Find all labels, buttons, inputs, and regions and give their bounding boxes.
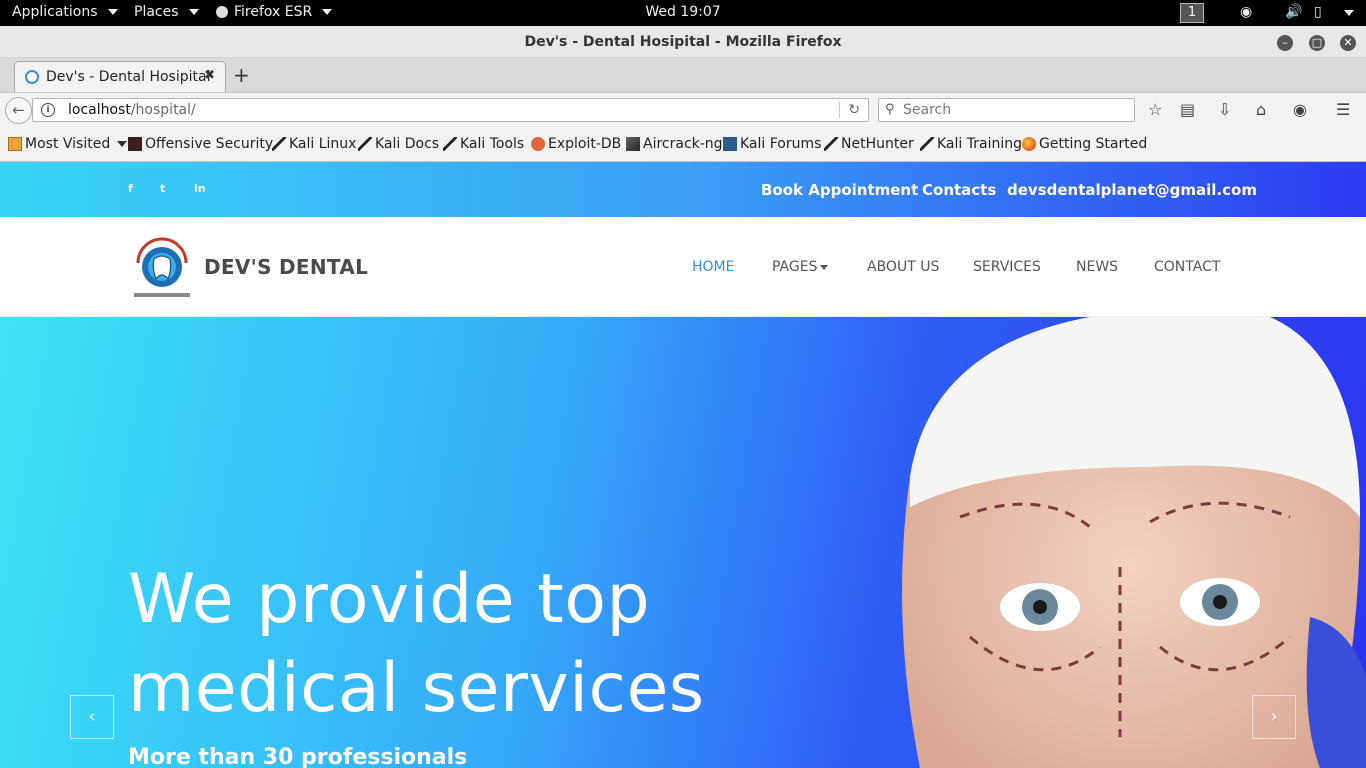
nav-pages-label: PAGES	[772, 259, 818, 275]
camera-icon[interactable]: ◉	[1240, 4, 1252, 20]
tab-favicon-icon	[25, 70, 39, 84]
maximize-icon[interactable]: □	[1309, 35, 1325, 51]
url-path: /hospital/	[130, 102, 196, 118]
search-placeholder: Search	[903, 102, 952, 118]
nav-news[interactable]: NEWS	[1076, 259, 1118, 275]
bookmark-label: Offensive Security	[145, 136, 274, 152]
twitter-icon[interactable]: t	[160, 182, 165, 195]
bookmark-kali-docs[interactable]: Kali Docs	[358, 136, 439, 152]
system-menu-chevron-icon[interactable]	[1344, 10, 1354, 16]
bookmark-label: Most Visited	[25, 136, 111, 152]
bookmark-label: Exploit-DB	[548, 136, 622, 152]
book-appointment-link[interactable]: Book Appointment	[761, 181, 918, 199]
dropdown-caret-icon	[820, 264, 829, 270]
linkedin-icon[interactable]: in	[194, 182, 206, 195]
bookmark-offensive-security[interactable]: Offensive Security	[128, 136, 273, 152]
kali-icon	[920, 137, 934, 151]
hero-slider: We provide top medical services More tha…	[0, 317, 1366, 768]
bookmark-label: Kali Linux	[289, 136, 357, 152]
nav-services[interactable]: SERVICES	[973, 259, 1041, 275]
site-navbar: DEV'S DENTAL HOME PAGES ABOUT US SERVICE…	[0, 217, 1366, 317]
bookmark-label: NetHunter	[841, 136, 914, 152]
bookmark-kali-forums[interactable]: Kali Forums	[723, 136, 821, 152]
nav-about-us[interactable]: ABOUT US	[867, 259, 939, 275]
forums-icon	[723, 137, 737, 151]
pocket-icon[interactable]: ◉	[1293, 100, 1307, 119]
bookmark-label: Kali Forums	[740, 136, 822, 152]
web-page: f t in Book Appointment Contacts devsden…	[0, 162, 1366, 768]
nav-home[interactable]: HOME	[692, 259, 734, 275]
url-text[interactable]: localhost/hospital/	[68, 102, 196, 118]
hero-line-1: We provide top	[128, 560, 651, 639]
bookmark-kali-training[interactable]: Kali Training	[920, 136, 1022, 152]
offsec-icon	[128, 137, 142, 151]
slider-next-icon[interactable]: ›	[1252, 695, 1296, 739]
chevron-down-icon	[117, 141, 128, 147]
hero-subtitle: More than 30 professionals	[128, 745, 468, 768]
close-window-icon[interactable]: ✕	[1340, 35, 1356, 51]
site-top-bar: f t in Book Appointment Contacts devsden…	[0, 162, 1366, 217]
kali-icon	[824, 137, 838, 151]
exploit-icon	[531, 137, 545, 151]
new-tab-icon[interactable]: +	[233, 63, 250, 87]
aircrack-icon	[626, 137, 640, 151]
bookmark-label: Aircrack-ng	[643, 136, 723, 152]
search-input[interactable]: ⚲ Search	[878, 98, 1135, 122]
close-tab-icon[interactable]: ✖	[204, 68, 215, 83]
tab-bar: Dev's - Dental Hosipital ✖ +	[0, 58, 1366, 92]
minimize-icon[interactable]: –	[1277, 35, 1293, 51]
contacts-link[interactable]: Contacts	[922, 181, 996, 199]
hero-line-2: medical services	[128, 649, 705, 728]
kali-icon	[443, 137, 457, 151]
url-bar[interactable]: i localhost/hospital/ ↻	[32, 98, 869, 122]
volume-icon[interactable]: 🔊	[1285, 4, 1302, 20]
nav-contact[interactable]: CONTACT	[1154, 259, 1220, 275]
workspace-indicator[interactable]: 1	[1180, 3, 1204, 23]
bookmark-kali-tools[interactable]: Kali Tools	[443, 136, 524, 152]
back-arrow-icon[interactable]: ←	[5, 97, 32, 124]
system-top-bar: Applications Places Firefox ESR Wed 19:0…	[0, 0, 1366, 26]
bookmark-most-visited[interactable]: Most Visited	[8, 136, 128, 152]
reading-list-icon[interactable]: ▤	[1180, 100, 1195, 119]
email-link[interactable]: devsdentalplanet@gmail.com	[1007, 181, 1257, 199]
facebook-icon[interactable]: f	[128, 182, 133, 195]
reload-icon[interactable]: ↻	[839, 102, 860, 118]
bookmark-getting-started[interactable]: Getting Started	[1022, 136, 1147, 152]
home-icon[interactable]: ⌂	[1256, 100, 1266, 119]
tab-active[interactable]: Dev's - Dental Hosipital ✖	[14, 61, 226, 92]
bookmark-star-icon[interactable]: ☆	[1148, 100, 1162, 119]
bookmark-exploit-db[interactable]: Exploit-DB	[531, 136, 621, 152]
dental-logo-icon[interactable]	[128, 235, 196, 301]
bookmark-kali-linux[interactable]: Kali Linux	[272, 136, 356, 152]
site-info-icon[interactable]: i	[41, 103, 55, 117]
firefox-icon	[1022, 137, 1036, 151]
bookmark-label: Kali Docs	[375, 136, 440, 152]
hamburger-menu-icon[interactable]: ☰	[1336, 100, 1350, 119]
url-host: localhost	[68, 102, 131, 118]
kali-icon	[272, 137, 286, 151]
bookmarks-toolbar: Most Visited Offensive Security Kali Lin…	[0, 126, 1366, 162]
window-titlebar: Dev's - Dental Hosipital - Mozilla Firef…	[0, 26, 1366, 58]
folder-icon	[8, 137, 22, 151]
bookmark-label: Kali Training	[937, 136, 1022, 152]
kali-icon	[358, 137, 372, 151]
downloads-icon[interactable]: ⇩	[1218, 100, 1231, 119]
hero-heading: We provide top medical services	[128, 555, 888, 733]
bookmark-label: Getting Started	[1039, 136, 1148, 152]
window-title: Dev's - Dental Hosipital - Mozilla Firef…	[524, 34, 842, 50]
bookmark-aircrack-ng[interactable]: Aircrack-ng	[626, 136, 723, 152]
navigation-toolbar: ← i localhost/hospital/ ↻ ⚲ Search ☆ ▤ ⇩…	[0, 92, 1366, 126]
tab-label: Dev's - Dental Hosipital	[46, 69, 211, 85]
battery-icon[interactable]: ▯	[1314, 4, 1322, 20]
site-brand[interactable]: DEV'S DENTAL	[204, 255, 368, 279]
bookmark-label: Kali Tools	[460, 136, 525, 152]
clock[interactable]: Wed 19:07	[0, 4, 1366, 20]
bookmark-nethunter[interactable]: NetHunter	[824, 136, 914, 152]
search-icon: ⚲	[885, 102, 895, 117]
nav-pages[interactable]: PAGES	[772, 259, 829, 275]
slider-prev-icon[interactable]: ‹	[70, 695, 114, 739]
